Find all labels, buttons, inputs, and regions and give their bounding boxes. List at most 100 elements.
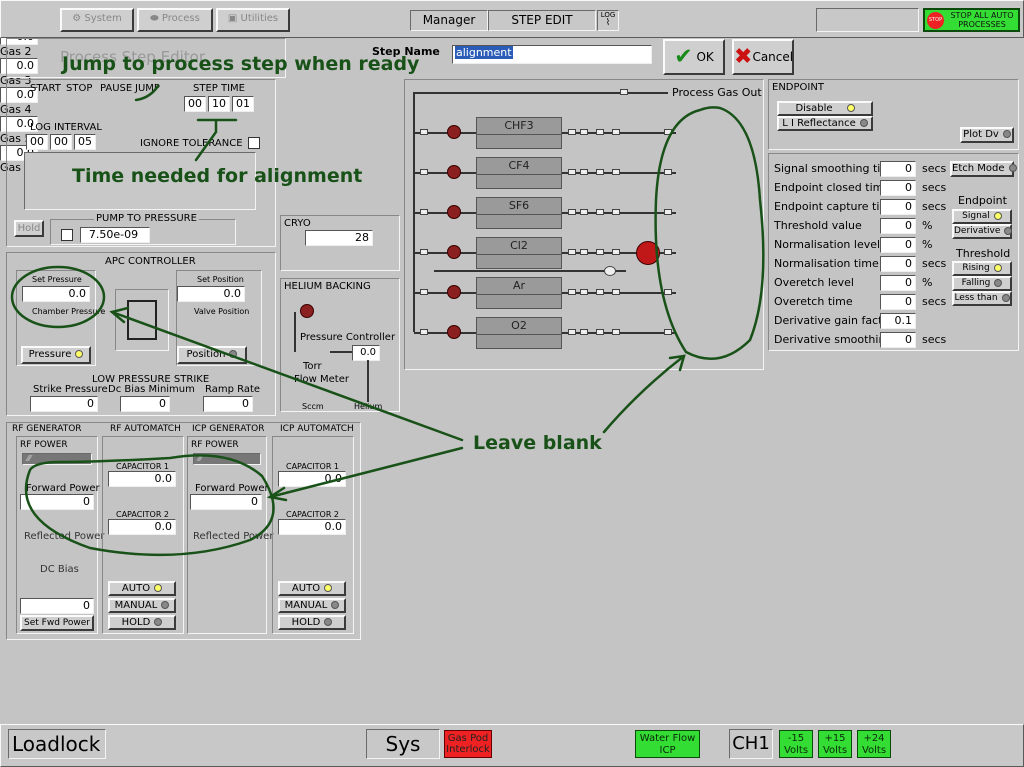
stop-all-button[interactable]: STOP STOP ALL AUTO PROCESSES	[923, 8, 1020, 32]
derivative-button[interactable]: Derivative	[952, 224, 1013, 239]
plus15-volts-indicator: +15 Volts	[818, 730, 852, 758]
endpoint-param-input[interactable]: 0	[880, 199, 916, 215]
icp-hold-button[interactable]: HOLD	[278, 615, 346, 630]
step-time-minutes[interactable]: 10	[208, 96, 230, 112]
set-pressure-input[interactable]: 0.0	[22, 286, 90, 302]
gas-isolation-valve-icon[interactable]	[447, 165, 461, 179]
cancel-button[interactable]: ✖Cancel	[732, 39, 794, 75]
plot-dv-led-icon	[1002, 130, 1011, 138]
gas-line-fitting-icon	[568, 249, 576, 255]
endpoint-param-label: Endpoint capture time	[774, 200, 897, 213]
endpoint-param-unit: %	[922, 276, 933, 289]
gas-isolation-valve-icon[interactable]	[447, 285, 461, 299]
step-time-seconds[interactable]: 01	[232, 96, 254, 112]
step-time-label: STEP TIME	[193, 83, 245, 94]
endpoint-disable-button[interactable]: Disable	[777, 101, 873, 116]
signal-button[interactable]: Signal	[952, 209, 1012, 224]
gas-isolation-valve-icon[interactable]	[447, 125, 461, 139]
process-gas-out-label: Process Gas Out	[672, 86, 762, 99]
process-nav-button[interactable]: ⬬ Process	[137, 8, 213, 32]
dc-bias-min-input[interactable]: 0	[120, 396, 170, 412]
set-fwd-power-button[interactable]: Set Fwd Power	[20, 615, 94, 631]
pause-label[interactable]: PAUSE	[100, 83, 132, 94]
rf-forward-power-input[interactable]: 0	[20, 494, 94, 510]
system-nav-button[interactable]: ⚙ System	[60, 8, 134, 32]
ignore-tolerance-checkbox[interactable]	[248, 137, 260, 149]
rf-hold-led-icon	[154, 618, 163, 626]
cl2-main-valve-icon[interactable]	[636, 241, 660, 265]
ramp-rate-input[interactable]: 0	[203, 396, 253, 412]
gas-line-fitting-icon	[596, 209, 604, 215]
dc-bias-value: 0	[20, 598, 94, 614]
system-icon: ⚙	[72, 13, 82, 24]
rf-cap2-input[interactable]: 0.0	[108, 519, 176, 535]
gas-isolation-valve-icon[interactable]	[447, 205, 461, 219]
endpoint-param-unit: %	[922, 219, 933, 232]
endpoint-param-input[interactable]: 0	[880, 237, 916, 253]
ok-button[interactable]: ✔ OK	[663, 39, 725, 75]
gas-line-fitting-icon	[420, 169, 428, 175]
step-edit-tab[interactable]: STEP EDIT	[488, 10, 596, 31]
helium-valve-icon[interactable]	[300, 304, 314, 318]
rf-reflected-power-label: Reflected Power	[24, 531, 105, 542]
rf-cap1-input[interactable]: 0.0	[108, 471, 176, 487]
log-button[interactable]: LOG ⌇	[597, 10, 619, 31]
rising-button[interactable]: Rising	[952, 261, 1012, 276]
gas-line-fitting-icon	[568, 209, 576, 215]
icp-manual-button[interactable]: MANUAL	[278, 598, 346, 613]
rf-hold-button[interactable]: HOLD	[108, 615, 176, 630]
jump-label[interactable]: JUMP	[135, 83, 160, 94]
endpoint-param-unit: secs	[922, 200, 947, 213]
endpoint-param-input[interactable]: 0	[880, 161, 916, 177]
gas-isolation-valve-icon[interactable]	[447, 245, 461, 259]
gas-name-label: O2	[477, 318, 561, 335]
helium-pipe-left	[294, 312, 296, 352]
rf-manual-led-icon	[161, 601, 170, 609]
falling-button[interactable]: Falling	[952, 276, 1012, 291]
position-mode-button[interactable]: Position	[177, 346, 247, 364]
step-name-input[interactable]: alignment	[452, 45, 652, 64]
icp-cap1-input[interactable]: 0.0	[278, 471, 346, 487]
endpoint-param-input[interactable]: 0	[880, 180, 916, 196]
li-reflectance-button[interactable]: L I Reflectance	[777, 116, 873, 131]
set-position-input[interactable]: 0.0	[177, 286, 245, 302]
gas-line-fitting-icon	[420, 209, 428, 215]
gas-isolation-valve-icon[interactable]	[447, 325, 461, 339]
endpoint-param-label: Threshold value	[774, 219, 862, 232]
icp-cap2-input[interactable]: 0.0	[278, 519, 346, 535]
endpoint-param-input[interactable]: 0.1	[880, 313, 916, 329]
log-interval-hours[interactable]: 00	[26, 134, 48, 150]
less-than-button[interactable]: Less than	[952, 291, 1012, 306]
endpoint-param-input[interactable]: 0	[880, 256, 916, 272]
rf-auto-button[interactable]: AUTO	[108, 581, 176, 596]
start-label[interactable]: START	[30, 83, 61, 94]
plus24-volts-indicator: +24 Volts	[857, 730, 891, 758]
log-interval-seconds[interactable]: 05	[74, 134, 96, 150]
icp-forward-power-input[interactable]: 0	[190, 494, 262, 510]
step-time-hours[interactable]: 00	[184, 96, 206, 112]
endpoint-param-unit: %	[922, 238, 933, 251]
pressure-mode-button[interactable]: Pressure	[21, 346, 91, 364]
gas-line-fitting-icon	[612, 289, 620, 295]
log-interval-minutes[interactable]: 00	[50, 134, 72, 150]
endpoint-param-input[interactable]: 0	[880, 332, 916, 348]
loadlock-button[interactable]: Loadlock	[8, 729, 106, 759]
pump-to-pressure-input[interactable]: 7.50e-09	[80, 227, 150, 243]
rf-manual-button[interactable]: MANUAL	[108, 598, 176, 613]
stop-label[interactable]: STOP	[66, 83, 92, 94]
manager-tab[interactable]: Manager	[410, 10, 488, 31]
sys-button[interactable]: Sys	[366, 729, 440, 759]
icp-auto-button[interactable]: AUTO	[278, 581, 346, 596]
etch-mode-button[interactable]: Etch Mode	[950, 161, 1017, 177]
pump-to-pressure-checkbox[interactable]	[61, 229, 73, 241]
hold-button[interactable]: Hold	[14, 220, 44, 237]
endpoint-param-input[interactable]: 0	[880, 294, 916, 310]
endpoint-param-input[interactable]: 0	[880, 275, 916, 291]
gas-line-fitting-icon	[580, 169, 588, 175]
plot-dv-button[interactable]: Plot Dv	[960, 127, 1014, 143]
cancel-x-icon: ✖	[734, 44, 753, 70]
utilities-nav-button[interactable]: ▣ Utilities	[216, 8, 290, 32]
endpoint-param-input[interactable]: 0	[880, 218, 916, 234]
icp-automatch-title: ICP AUTOMATCH	[280, 424, 354, 434]
strike-pressure-input[interactable]: 0	[30, 396, 98, 412]
